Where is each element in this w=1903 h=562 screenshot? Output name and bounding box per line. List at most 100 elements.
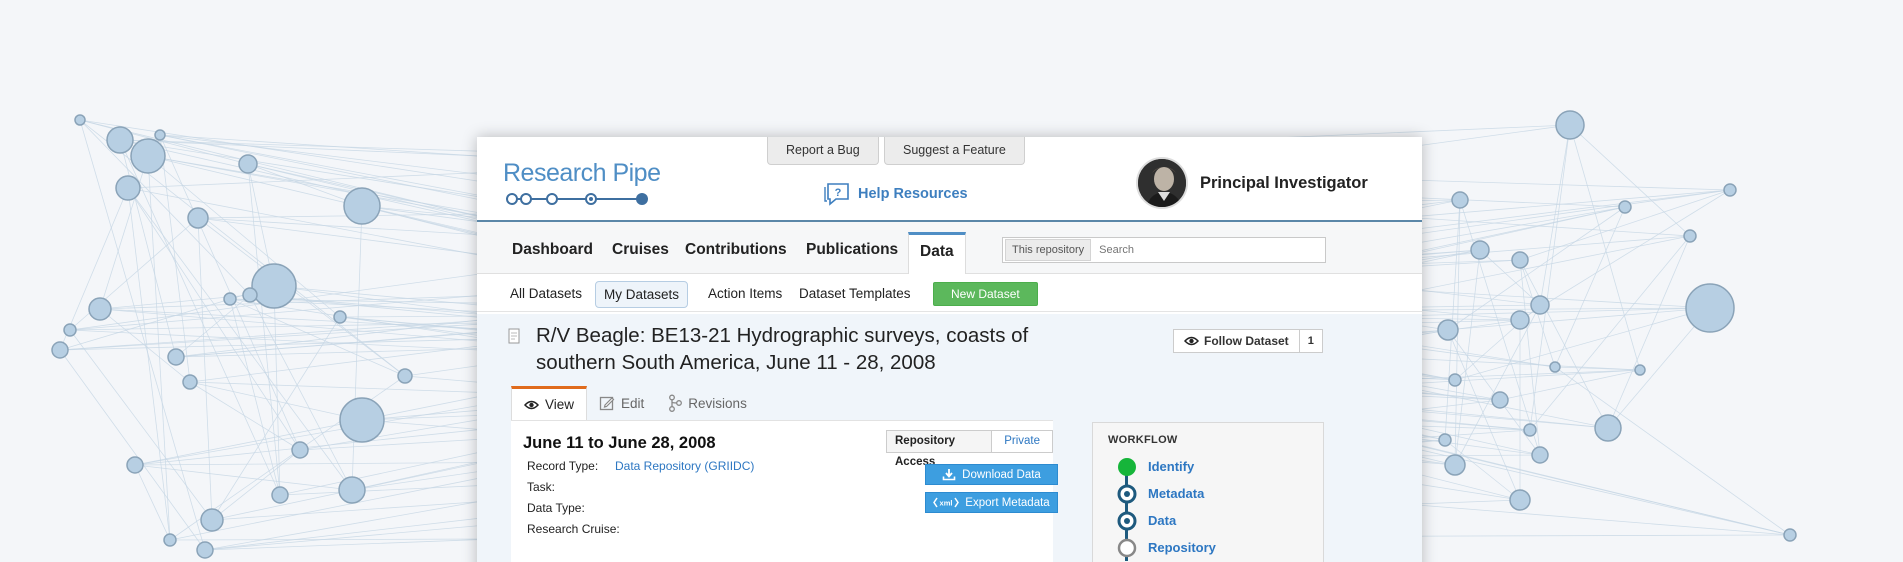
network-node [115,175,141,201]
network-node [1531,446,1549,464]
report-bug-button[interactable]: Report a Bug [767,137,879,165]
header: Research Pipe Report a Bug Suggest a Fea… [477,137,1422,222]
network-node [63,323,77,337]
record-type-value[interactable]: Data Repository (GRIIDC) [615,459,754,473]
nav-data[interactable]: Data [908,232,966,274]
network-node [333,310,347,324]
network-edge [127,187,171,541]
dataset-tabs: View Edit Revisions [511,386,759,420]
network-node [187,207,209,229]
subnav-my-datasets[interactable]: My Datasets [595,281,689,308]
download-data-button[interactable]: Download Data [925,464,1058,485]
search-input[interactable] [1099,244,1300,256]
network-node [1438,433,1452,447]
new-dataset-button[interactable]: New Dataset [933,282,1038,306]
user-profile[interactable]: Principal Investigator [1136,157,1368,209]
repository-access-label: Repository Access [887,431,993,468]
download-icon [942,469,956,481]
search-box: This repository [1002,237,1326,263]
network-node [1723,183,1737,197]
network-node [291,441,309,459]
follow-count: 1 [1298,330,1322,352]
network-node [182,374,198,390]
tab-edit[interactable]: Edit [587,386,656,420]
network-edge [1447,329,1541,456]
network-edge [127,187,301,451]
dataset-main: R/V Beagle: BE13-21 Hydrographic surveys… [477,314,1422,562]
network-node [51,341,69,359]
logo-text: Research Pipe [503,159,661,187]
network-edge [134,464,171,541]
document-icon [508,328,520,344]
task-label: Task: [527,480,556,494]
network-node [163,533,177,547]
export-metadata-button[interactable]: xml Export Metadata [925,492,1058,513]
tab-edit-label: Edit [621,395,645,411]
eye-icon [524,400,539,409]
step-current-icon [1117,484,1137,504]
network-edge [159,134,191,383]
nav-contributions[interactable]: Contributions [674,232,798,274]
network-edge [1554,366,1641,371]
dataset-title: R/V Beagle: BE13-21 Hydrographic surveys… [536,324,1029,374]
network-edge [1529,124,1571,431]
network-node [1491,391,1509,409]
network-edge [1569,124,1641,371]
export-metadata-label: Export Metadata [965,496,1050,509]
network-node [1511,251,1529,269]
subnav-action-items[interactable]: Action Items [700,281,790,308]
record-type-label: Record Type: [527,459,599,473]
network-node [343,187,381,225]
network-node [338,476,366,504]
logo[interactable]: Research Pipe [503,159,661,205]
workflow-step-repository[interactable]: Repository [1148,540,1216,555]
step-pending-icon [1117,538,1137,558]
data-type-label: Data Type: [527,501,585,515]
network-node [1510,310,1530,330]
network-node [88,297,112,321]
network-node [1634,364,1646,376]
workflow-step-data[interactable]: Data [1148,513,1176,528]
help-resources-label: Help Resources [858,186,968,202]
edit-icon [599,396,615,411]
subnav-all-datasets[interactable]: All Datasets [502,281,590,308]
network-edge [59,285,275,351]
follow-dataset-button[interactable]: Follow Dataset 1 [1173,329,1323,353]
network-node [154,129,166,141]
network-node [1470,240,1490,260]
workflow-step-identify[interactable]: Identify [1148,459,1194,474]
network-node [242,287,258,303]
repository-access: Repository Access Private [886,430,1053,468]
workflow-title: WORKFLOW [1108,434,1178,446]
step-current-icon [1117,511,1137,531]
network-edge [1607,235,1691,429]
network-node [167,348,185,366]
network-node [1451,191,1469,209]
network-node [106,126,134,154]
svg-text:?: ? [835,187,842,199]
network-node [1549,361,1561,373]
search-scope-label[interactable]: This repository [1005,239,1092,261]
network-node [1530,295,1550,315]
network-node [1555,110,1585,140]
network-edge [1539,124,1571,306]
help-resources-link[interactable]: ? Help Resources [822,181,968,207]
suggest-feature-button[interactable]: Suggest a Feature [884,137,1025,165]
network-node [1444,454,1466,476]
date-range: June 11 to June 28, 2008 [523,434,716,452]
pipe-logo-icon [506,193,648,205]
workflow-step-metadata[interactable]: Metadata [1148,486,1204,501]
nav-dashboard[interactable]: Dashboard [501,232,604,274]
branch-icon [669,394,683,412]
network-edge [1569,124,1691,237]
nav-publications[interactable]: Publications [795,232,909,274]
tab-view[interactable]: View [511,386,588,420]
nav-cruises[interactable]: Cruises [601,232,680,274]
xml-icon: xml [933,497,960,508]
network-node [339,397,385,443]
xml-tag: xml [940,499,953,508]
subnav-dataset-templates[interactable]: Dataset Templates [791,281,919,308]
repository-access-value[interactable]: Private [992,431,1052,452]
network-node [223,292,237,306]
tab-revisions[interactable]: Revisions [656,386,759,420]
